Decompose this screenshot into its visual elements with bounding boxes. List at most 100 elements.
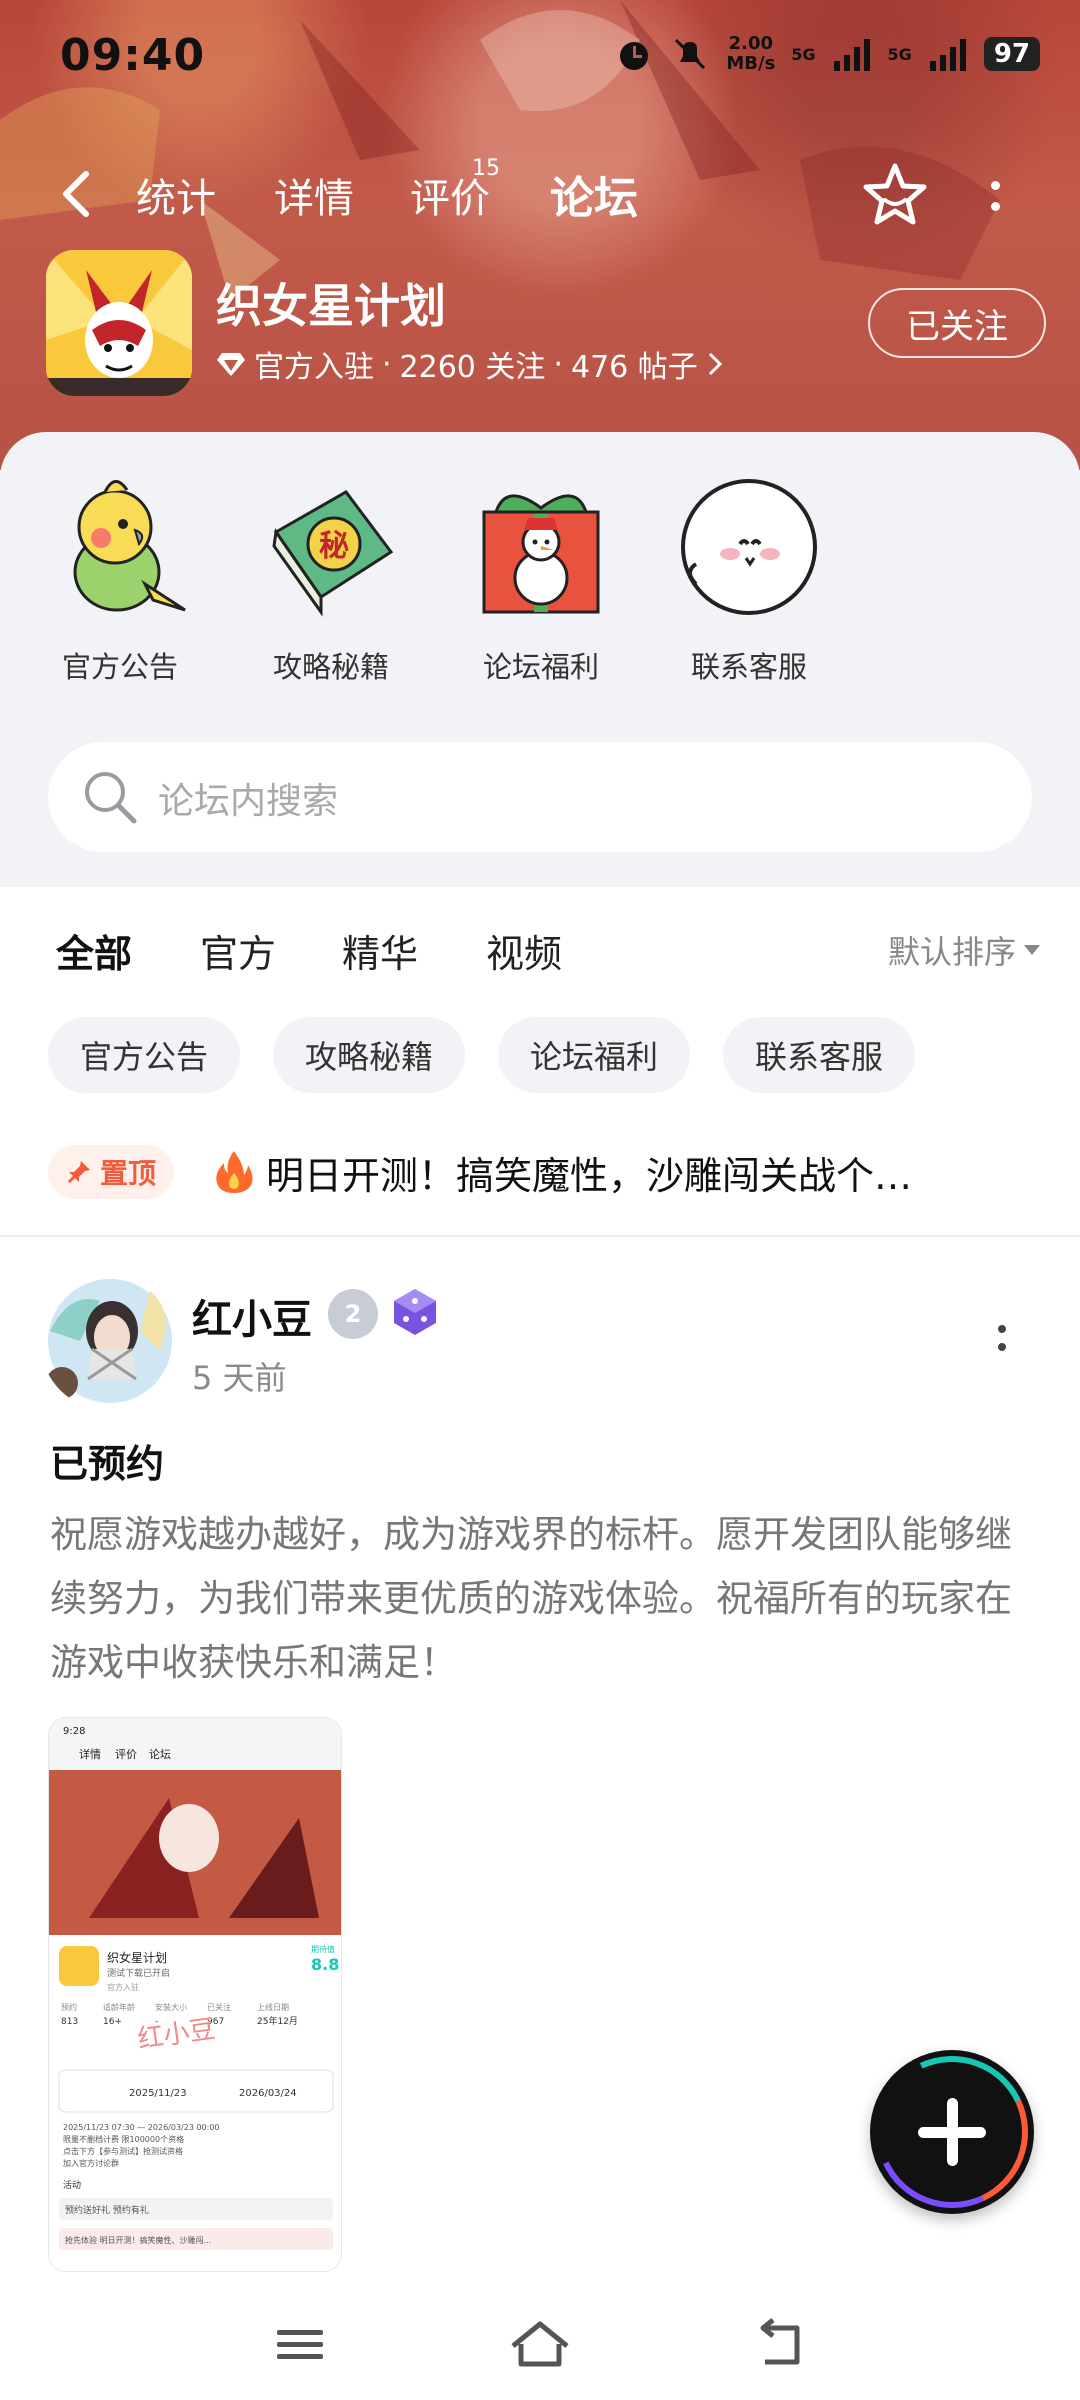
tab-forum[interactable]: 论坛 [550, 162, 638, 234]
post-time: 5 天前 [192, 1359, 287, 1397]
post-image[interactable]: 9:28 详情 评价 论坛 织女星计划 测试下载已开启 官方入驻 期待值 8.8… [48, 1717, 342, 2272]
shortcut-label: 论坛福利 [482, 650, 599, 684]
status-icons: 2.00 MB/s 5G 5G 97 [614, 34, 1040, 74]
game-title: 织女星计划 [216, 279, 446, 333]
sort-label: 默认排序 [887, 933, 1016, 971]
more-menu-icon[interactable] [980, 166, 1010, 226]
sort-dropdown[interactable]: 默认排序 [888, 927, 1040, 973]
new-post-button[interactable] [854, 2034, 1050, 2230]
chip-official-announcement[interactable]: 官方公告 [48, 1017, 241, 1093]
tab-reviews-badge: 15 [472, 156, 500, 181]
tab-details[interactable]: 详情 [274, 166, 354, 224]
network-speed: 2.00 MB/s [726, 34, 775, 74]
chip-contact-support[interactable]: 联系客服 [723, 1017, 916, 1093]
speed-value: 2.00 [728, 33, 774, 54]
plus-icon-vertical [947, 2098, 958, 2166]
favorite-star-icon[interactable] [860, 160, 930, 230]
thumb-activity-line: 预约送好礼 预约有礼 [65, 2204, 149, 2216]
thumb-tab-3: 论坛 [149, 1747, 171, 1761]
shortcut-contact-support[interactable]: 联系客服 [664, 472, 834, 686]
pinned-post[interactable]: 置顶 明日开测！搞笑魔性，沙雕闯关战个… [48, 1137, 1048, 1207]
filter-section: 全部 官方 精华 视频 默认排序 官方公告 攻略秘籍 论坛福利 联系客服 置顶 … [0, 887, 1080, 1237]
game-info: 织女星计划 官方入驻 · 2260 关注 · 476 帖子 已关注 [46, 250, 1046, 400]
mute-bell-icon [675, 38, 706, 70]
shortcut-label: 攻略秘籍 [272, 650, 389, 684]
signal-bars-2-icon [929, 39, 966, 71]
followers-count: 2260 关注 [399, 350, 546, 385]
filter-tab-video[interactable]: 视频 [486, 923, 562, 978]
post-title[interactable]: 已预约 [50, 1433, 164, 1488]
post-more-icon[interactable] [992, 1325, 1012, 1365]
shortcut-card: 官方公告 秘 攻略秘籍 论坛福利 联系客服 论坛内搜索 [0, 432, 1080, 887]
filter-tab-all[interactable]: 全部 [56, 923, 133, 982]
thumb-rating: 8.8 [311, 1955, 339, 1974]
thumb-official: 官方入驻 [107, 1982, 139, 1992]
signal-label-2: 5G [887, 44, 912, 64]
menu-icon[interactable] [265, 2314, 335, 2374]
thumb-stat-label-3: 安装大小 [155, 2002, 187, 2012]
thumb-stat-label-2: 适龄年龄 [103, 2002, 135, 2012]
dice-badge-icon [394, 1289, 436, 1335]
forum-search[interactable]: 论坛内搜索 [48, 742, 1032, 852]
thumb-game-title: 织女星计划 [107, 1950, 167, 1965]
chip-strategy-guide[interactable]: 攻略秘籍 [273, 1017, 466, 1093]
thumb-info-2: 限量不删档计费 限100000个资格 [63, 2134, 184, 2144]
shortcut-label: 联系客服 [690, 650, 807, 684]
thumb-info-3: 点击下方【参与测试】抢测试资格 [63, 2146, 183, 2156]
shortcut-label: 官方公告 [61, 650, 178, 684]
avatar[interactable] [40, 1271, 180, 1411]
thumb-tab-2: 评价 [115, 1748, 137, 1761]
tab-stats[interactable]: 统计 [136, 166, 216, 224]
home-icon[interactable] [505, 2314, 575, 2374]
ghost-face-icon [681, 479, 817, 615]
secret-book-icon: 秘 [272, 490, 394, 617]
signal-label-1: 5G [791, 44, 816, 64]
thumb-status-time: 9:28 [63, 1726, 85, 1737]
thumb-stat-value-5: 25年12月 [257, 2015, 298, 2027]
parrot-icon [73, 480, 186, 612]
tab-forum-label: 论坛 [550, 173, 638, 224]
system-nav-bar [0, 2290, 1080, 2400]
pinned-badge: 置顶 [48, 1145, 175, 1199]
game-app-icon[interactable] [46, 250, 192, 396]
speed-unit: MB/s [726, 53, 776, 74]
chevron-right-icon [708, 352, 722, 376]
thumb-info-4: 加入官方讨论群 [63, 2158, 119, 2168]
post-body[interactable]: 祝愿游戏越办越好，成为游戏界的标杆。愿开发团队能够继续努力，为我们带来更优质的游… [50, 1503, 1030, 1695]
follow-button[interactable]: 已关注 [868, 288, 1046, 358]
pinned-title-text: 明日开测！搞笑魔性，沙雕闯关战个… [266, 1153, 913, 1198]
posts-count: 476 帖子 [570, 350, 698, 385]
thumb-stat-label-1: 预约 [61, 2002, 77, 2012]
filter-tab-official[interactable]: 官方 [200, 923, 276, 978]
official-label: 官方入驻 [254, 350, 374, 385]
dropdown-caret-icon [1024, 945, 1040, 955]
shortcut-forum-benefits[interactable]: 论坛福利 [456, 472, 626, 686]
thumb-date-end: 2026/03/24 [239, 2088, 297, 2099]
tab-reviews[interactable]: 评价 15 [410, 156, 500, 224]
thumb-info-1: 2025/11/23 07:30 — 2026/03/23 00:00 [63, 2123, 220, 2132]
back-icon[interactable] [745, 2314, 815, 2374]
status-time: 09:40 [60, 30, 206, 81]
shortcut-official-announcement[interactable]: 官方公告 [35, 472, 205, 686]
back-arrow-icon[interactable] [56, 164, 96, 224]
alarm-icon [620, 42, 649, 70]
level-badge-value: 2 [344, 1300, 362, 1328]
status-bar: 09:40 2.00 MB/s 5G 5G 97 [0, 0, 1080, 110]
svg-text:秘: 秘 [319, 529, 349, 564]
thumb-sub-line: 测试下载已开启 [107, 1967, 170, 1979]
diamond-icon [217, 353, 245, 376]
thumb-tab-1: 详情 [79, 1747, 101, 1761]
level-badge: 2 [328, 1289, 378, 1339]
post-username[interactable]: 红小豆 [192, 1287, 312, 1345]
gift-snowman-icon [482, 494, 600, 614]
top-nav: 统计 详情 评价 15 论坛 [0, 150, 1080, 240]
shortcut-strategy-guide[interactable]: 秘 攻略秘籍 [246, 472, 416, 686]
game-meta[interactable]: 官方入驻 · 2260 关注 · 476 帖子 [216, 342, 724, 386]
thumbnail-screenshot: 9:28 详情 评价 论坛 织女星计划 测试下载已开启 官方入驻 期待值 8.8… [49, 1718, 341, 2271]
tab-reviews-label: 评价 [410, 176, 490, 222]
thumb-activity-label: 活动 [63, 2179, 81, 2191]
search-input[interactable]: 论坛内搜索 [158, 772, 338, 824]
tab-stats-label: 统计 [136, 176, 216, 222]
filter-tab-featured[interactable]: 精华 [342, 923, 418, 978]
chip-forum-benefits[interactable]: 论坛福利 [498, 1017, 691, 1093]
